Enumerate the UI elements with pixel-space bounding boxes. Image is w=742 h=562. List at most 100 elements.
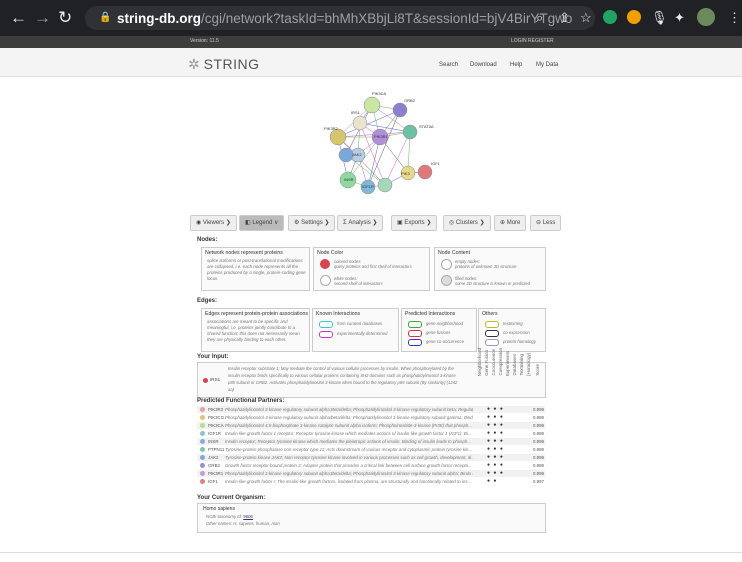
organism-taxonomy: NCBI taxonomy Id: 9606 xyxy=(206,514,253,519)
node-pik3cg[interactable] xyxy=(377,177,393,193)
nodes-box-title: Network nodes represent proteins xyxy=(205,250,283,256)
partner-score: 0.999 xyxy=(533,431,544,436)
viewers-button[interactable]: ◉ Viewers ❯ xyxy=(190,215,237,231)
coexpression-edge-label: co-expression xyxy=(503,330,530,335)
clusters-button[interactable]: ◎ Clusters ❯ xyxy=(443,215,491,231)
node-irs1[interactable] xyxy=(352,115,368,131)
partner-row[interactable]: PIK3R2 Phosphatidylinositol 3-kinase regu… xyxy=(197,406,545,413)
partner-name[interactable]: PIK3CA xyxy=(208,423,224,428)
partner-name[interactable]: PIK3R2 xyxy=(208,407,223,412)
nodes-heading: Nodes: xyxy=(197,237,218,243)
node-jak2-b[interactable] xyxy=(338,147,354,163)
col-experiments: Experiments xyxy=(505,350,510,376)
back-arrow-icon[interactable]: ← xyxy=(10,9,27,27)
filled-nodes-desc: some 3D structure is known or predicted xyxy=(455,281,530,286)
partner-color-dot xyxy=(200,407,205,412)
kebab-menu-icon[interactable]: ⋮ xyxy=(728,10,741,26)
nav-my-data[interactable]: My Data xyxy=(536,62,558,68)
partner-name[interactable]: PIK3R1 xyxy=(208,471,223,476)
textmining-edge-label: textmining xyxy=(503,321,523,326)
reload-icon[interactable]: ↻ xyxy=(58,9,72,27)
edges-associations-box: Edges represent protein-protein associat… xyxy=(201,308,310,352)
more-button[interactable]: ⊕ More xyxy=(494,215,527,231)
partner-color-dot xyxy=(200,463,205,468)
partner-description: Tyrosine-protein phosphatase non-recepto… xyxy=(225,447,473,452)
node-grb2[interactable] xyxy=(392,102,408,118)
share-icon[interactable]: ⇪ xyxy=(559,10,570,26)
col-databases: Databases xyxy=(512,354,517,376)
partner-name[interactable]: PTPN11 xyxy=(208,447,224,452)
partner-row[interactable]: PIK3CA Phosphatidylinositol 4,5-bisphosph… xyxy=(197,422,545,429)
partner-score: 0.999 xyxy=(533,463,544,468)
partner-score: 0.999 xyxy=(533,407,544,412)
network-graph[interactable]: PIK3CA GRB2 IRS1 PIK3R2 STAT5A PIK3R1 IG… xyxy=(300,85,450,205)
node-pik3ca[interactable] xyxy=(363,96,381,114)
col-cooccurence: Cooccurence xyxy=(491,349,496,376)
homology-edge-swatch xyxy=(485,339,499,346)
register-link[interactable]: REGISTER xyxy=(528,38,554,44)
analysis-button[interactable]: Σ Analysis ❯ xyxy=(337,215,384,231)
partner-row[interactable]: GRB2 Growth factor receptor-bound protein… xyxy=(197,462,545,469)
col-gene-fusion: Gene Fusion xyxy=(484,350,489,376)
export-icon: ▣ xyxy=(397,220,403,226)
neighborhood-edge-label: gene neighborhood xyxy=(426,321,464,326)
partner-score: 0.997 xyxy=(533,479,544,484)
label-jak2: JAK2 xyxy=(352,152,362,157)
partner-row[interactable]: PIK3CG Phosphatidylinositol-3-kinase regu… xyxy=(197,414,545,421)
lock-icon[interactable]: 🔒 xyxy=(99,10,111,26)
col-neighborhood: Neighborhood xyxy=(477,347,482,376)
login-link[interactable]: LOGIN xyxy=(511,38,527,44)
partner-row[interactable]: PTPN11 Tyrosine-protein phosphatase non-r… xyxy=(197,446,545,453)
partner-description: Insulin-like growth factor 1 receptor; R… xyxy=(225,431,472,436)
label-igf1: IGF1 xyxy=(431,161,441,166)
legend-button[interactable]: ◧ Legend ∨ xyxy=(239,215,285,231)
node-igf1[interactable] xyxy=(417,164,433,180)
nav-help[interactable]: Help xyxy=(510,62,522,68)
microphone-extension-icon[interactable]: 🎙 xyxy=(651,10,668,26)
bookmark-star-icon[interactable]: ☆ xyxy=(580,10,592,26)
input-protein-name[interactable]: IRS1 xyxy=(210,377,220,382)
partner-name[interactable]: IGF1R xyxy=(208,431,221,436)
filled-node-swatch xyxy=(441,275,452,286)
taxonomy-id-link[interactable]: 9606 xyxy=(243,514,253,519)
experimental-edge-swatch xyxy=(319,331,333,338)
site-top-bar: Version: 11.5 LOGIN REGISTER xyxy=(0,36,742,48)
nav-search[interactable]: Search xyxy=(439,62,458,68)
partner-row[interactable]: JAK2 Tyrosine-protein kinase JAK2; Non-re… xyxy=(197,454,545,461)
input-desc-line: Insulin receptor substrate 1; May mediat… xyxy=(228,366,454,371)
sigma-icon: Σ xyxy=(343,220,347,226)
forward-arrow-icon[interactable]: → xyxy=(34,9,51,27)
settings-button[interactable]: ⚙ Settings ❯ xyxy=(288,215,336,231)
extensions-puzzle-icon[interactable]: ✦ xyxy=(674,10,685,26)
node-stat5a[interactable] xyxy=(402,124,418,140)
partner-name[interactable]: JAK2 xyxy=(208,455,219,460)
partner-row[interactable]: IGF1R Insulin-like growth factor 1 recept… xyxy=(197,430,545,437)
partner-name[interactable]: PIK3CG xyxy=(208,415,224,420)
label-pik3r1: PIK3R1 xyxy=(374,134,389,139)
partner-row[interactable]: PIK3R1 Phosphatidylinositol 3-kinase regu… xyxy=(197,470,545,477)
node-color-title: Node Color xyxy=(317,250,344,256)
string-logo[interactable]: ✲ STRING xyxy=(188,56,260,73)
url-text[interactable]: string-db.org/cgi/network?taskId=bhMhXBb… xyxy=(117,11,572,26)
partner-evidence-dots: ● ● xyxy=(487,478,498,484)
label-igf1r: IGF1R xyxy=(362,184,374,189)
partner-description: Phosphatidylinositol 3-kinase regulatory… xyxy=(225,471,473,476)
partner-name[interactable]: INSR xyxy=(208,439,219,444)
partner-score: 0.999 xyxy=(533,447,544,452)
search-zoom-icon[interactable]: ⌕ xyxy=(536,10,543,26)
grammarly-extension-icon[interactable] xyxy=(603,10,617,24)
nodes-proteins-box: Network nodes represent proteins splice … xyxy=(201,247,310,291)
node-pik3r2[interactable] xyxy=(329,128,347,146)
partner-row[interactable]: INSR Insulin receptor; Receptor tyrosine … xyxy=(197,438,545,445)
profile-avatar[interactable] xyxy=(697,8,715,26)
white-node-swatch xyxy=(320,275,331,286)
nav-download[interactable]: Download xyxy=(470,62,497,68)
partner-row[interactable]: IGF1 Insulin-like growth factor I; The in… xyxy=(197,478,545,485)
label-grb2: GRB2 xyxy=(404,98,416,103)
textmining-edge-swatch xyxy=(485,321,499,328)
partner-name[interactable]: GRB2 xyxy=(208,463,220,468)
exports-button[interactable]: ▣ Exports ❯ xyxy=(391,215,438,231)
less-button[interactable]: ⊖ Less xyxy=(530,215,562,231)
partner-name[interactable]: IGF1 xyxy=(208,479,218,484)
clock-extension-icon[interactable] xyxy=(627,10,641,24)
